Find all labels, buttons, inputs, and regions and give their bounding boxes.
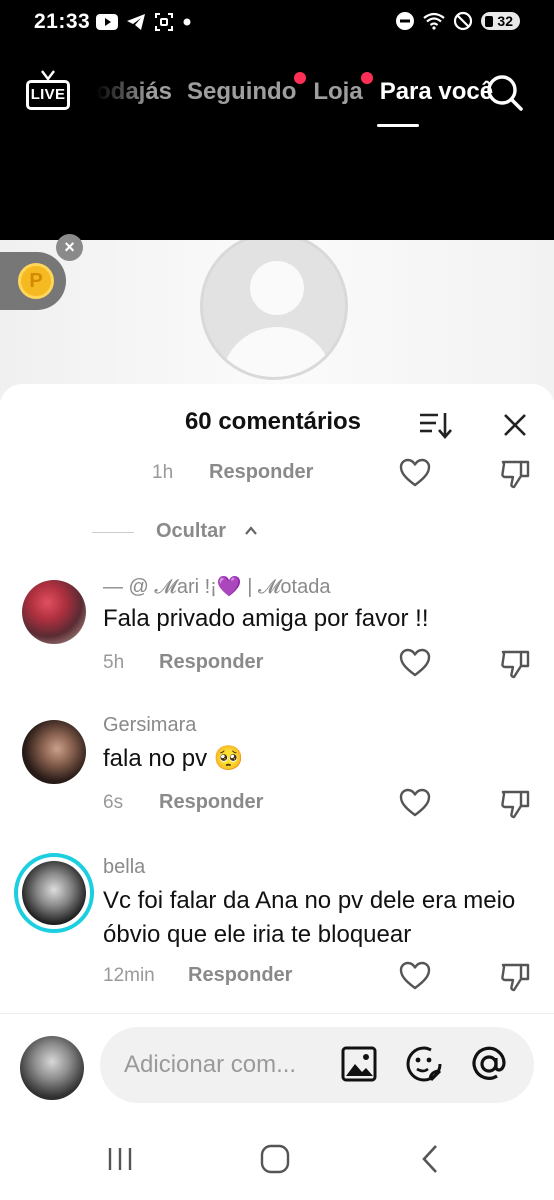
avatar[interactable] [22, 720, 86, 784]
comments-count-title: 60 comentários [0, 408, 554, 436]
comment-text: fala no pv 🥺 [103, 745, 244, 772]
recent-apps-icon[interactable] [103, 1142, 137, 1176]
comment-author[interactable]: bella [103, 856, 145, 879]
reply-button[interactable]: Responder [159, 791, 263, 814]
dislike-icon[interactable] [499, 788, 531, 820]
avatar[interactable] [22, 580, 86, 644]
telegram-icon [127, 14, 145, 30]
status-right-icons: 32 [395, 11, 520, 31]
comment-input[interactable] [124, 1045, 324, 1085]
screenshot-icon [155, 13, 173, 31]
comment-author[interactable]: — @ 𝓜ari !¡💜 | 𝓜otada [103, 574, 330, 599]
comment-age: 12min [103, 965, 155, 986]
reply-button[interactable]: Responder [188, 964, 292, 987]
avatar-head-shape [250, 261, 304, 315]
top-area: 21:33 32 LIVE odajás Seguindo Loja Para … [0, 0, 554, 240]
comment-input-container[interactable] [100, 1027, 534, 1103]
notification-dot [360, 72, 373, 84]
avatar [20, 1036, 84, 1100]
blocked-icon [454, 11, 473, 31]
tab-label: Seguindo [187, 78, 297, 105]
close-icon[interactable]: × [56, 234, 83, 261]
dislike-icon[interactable] [499, 648, 531, 680]
comment-meta-row: 6s Responder [0, 786, 554, 822]
heart-icon[interactable] [399, 458, 431, 488]
dot-icon [183, 18, 191, 26]
tab-for-you[interactable]: Para você [380, 78, 493, 106]
dislike-icon[interactable] [499, 458, 531, 490]
status-time: 21:33 [34, 10, 91, 33]
hide-replies-label: Ocultar [156, 520, 227, 542]
tab-label: Para você [379, 78, 494, 105]
reply-button[interactable]: Responder [159, 651, 263, 674]
comment-meta-row: 1h Responder [0, 456, 554, 492]
profile-placeholder-avatar [200, 240, 348, 380]
comment-meta-row: 12min Responder [0, 959, 554, 995]
sort-icon[interactable] [418, 410, 454, 440]
tab-label: Loja [313, 78, 363, 105]
live-button[interactable]: LIVE [26, 70, 72, 112]
comment-age: 6s [103, 792, 124, 813]
coin-icon: P [18, 263, 54, 299]
comment-age: 1h [152, 462, 174, 483]
search-icon[interactable] [486, 74, 524, 112]
emoji-icon[interactable] [405, 1045, 443, 1083]
heart-icon[interactable] [399, 788, 431, 818]
system-nav-bar [0, 1120, 554, 1200]
do-not-disturb-icon [396, 12, 415, 30]
mention-icon[interactable] [470, 1045, 508, 1083]
close-icon[interactable] [500, 410, 530, 440]
tab-following[interactable]: Seguindo [187, 72, 307, 106]
youtube-icon [96, 14, 118, 30]
wifi-icon [423, 12, 446, 30]
tab-shop[interactable]: Loja [313, 72, 373, 106]
avatar [22, 861, 86, 925]
coin-reward-widget[interactable]: P [0, 252, 66, 310]
comment-age: 5h [103, 652, 125, 673]
back-icon[interactable] [414, 1142, 448, 1176]
image-icon[interactable] [340, 1045, 378, 1083]
dislike-icon[interactable] [499, 961, 531, 993]
home-icon[interactable] [258, 1142, 292, 1176]
feed-top-nav: LIVE odajás Seguindo Loja Para você [0, 64, 554, 127]
tab-other[interactable]: odajás [96, 78, 172, 106]
avatar-story-ring[interactable] [14, 853, 94, 933]
comment-text: Vc foi falar da Ana no pv dele era meio … [103, 887, 516, 948]
comment-text: Fala privado amiga por favor !! [103, 605, 429, 632]
reply-button[interactable]: Responder [209, 461, 313, 484]
feed-tabs: odajás Seguindo Loja Para você [96, 72, 510, 106]
comments-title-text: 60 comentários [184, 408, 362, 435]
comment-meta-row: 5h Responder [0, 646, 554, 682]
heart-icon[interactable] [399, 961, 431, 991]
battery-icon: 32 [481, 12, 520, 30]
heart-icon[interactable] [399, 648, 431, 678]
comment-author[interactable]: Gersimara [103, 714, 196, 737]
live-label: LIVE [26, 80, 70, 110]
video-preview[interactable] [0, 240, 554, 400]
chevron-up-icon [245, 526, 257, 535]
avatar-shoulder-shape [221, 327, 333, 377]
divider-line [92, 532, 134, 533]
input-divider [0, 1013, 554, 1014]
tab-label: odajás [96, 78, 173, 105]
notification-dot [294, 72, 307, 84]
active-tab-indicator [377, 124, 419, 127]
status-left-icons [96, 12, 192, 32]
status-bar: 21:33 32 [0, 0, 554, 44]
hide-replies-button[interactable]: Ocultar [92, 518, 392, 548]
